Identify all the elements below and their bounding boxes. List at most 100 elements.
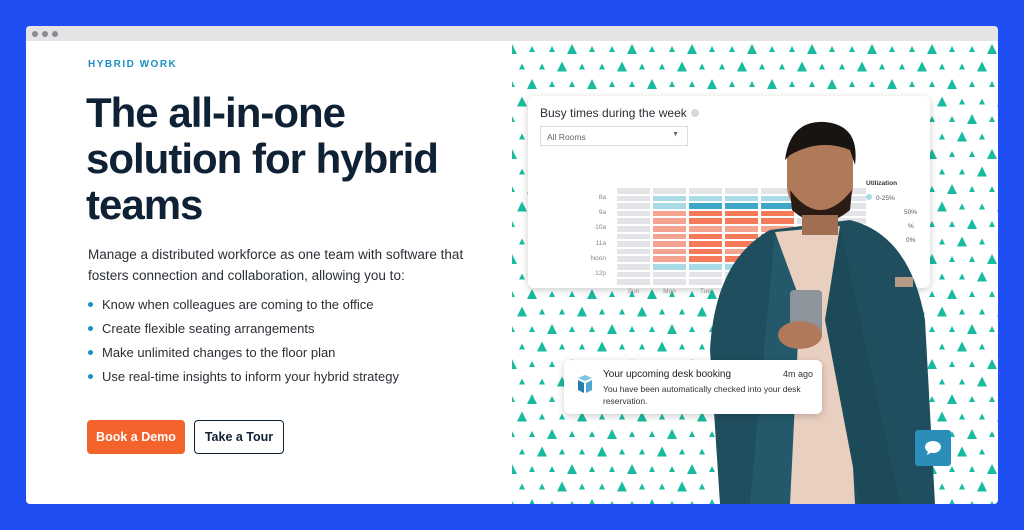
triangle-mark xyxy=(989,291,995,297)
triangle-mark xyxy=(979,133,985,140)
triangle-mark xyxy=(749,81,755,87)
triangle-mark xyxy=(939,63,945,70)
heatmap-cell xyxy=(653,203,686,209)
triangle-mark xyxy=(649,499,655,504)
chevron-down-icon: ▼ xyxy=(672,131,679,138)
triangle-mark xyxy=(512,186,515,192)
heatmap-cell xyxy=(617,226,650,232)
row-label: 12p xyxy=(595,270,606,277)
triangle-mark xyxy=(779,63,785,70)
triangle-mark xyxy=(967,219,977,229)
triangle-mark xyxy=(527,289,537,299)
take-tour-button[interactable]: Take a Tour xyxy=(194,420,284,454)
triangle-mark xyxy=(759,63,765,70)
triangle-mark xyxy=(670,501,674,504)
triangle-mark xyxy=(649,431,655,437)
triangle-mark xyxy=(517,411,527,422)
list-item: Know when colleagues are coming to the o… xyxy=(88,292,399,316)
triangle-mark xyxy=(969,291,975,297)
desk-booking-notification[interactable]: Your upcoming desk booking 4m ago You ha… xyxy=(564,360,822,414)
triangle-mark xyxy=(979,343,985,350)
triangle-mark xyxy=(969,466,975,472)
triangle-mark xyxy=(649,46,655,52)
bullet-icon xyxy=(88,325,93,331)
heatmap-cell xyxy=(617,241,650,247)
triangle-mark xyxy=(927,44,937,54)
triangle-mark xyxy=(659,413,665,420)
chat-bubble-icon xyxy=(925,441,941,455)
triangle-mark xyxy=(819,63,825,70)
triangle-mark xyxy=(639,483,645,490)
room-select-value: All Rooms xyxy=(547,132,586,142)
triangle-mark xyxy=(519,448,525,455)
triangle-mark xyxy=(979,203,985,210)
info-icon[interactable] xyxy=(690,109,699,117)
triangle-mark xyxy=(987,464,997,474)
triangle-mark xyxy=(517,306,527,317)
triangle-mark xyxy=(957,446,967,457)
list-item: Use real-time insights to inform your hy… xyxy=(88,364,399,388)
triangle-mark xyxy=(959,483,965,490)
triangle-mark xyxy=(987,359,997,369)
row-label: 11a xyxy=(595,239,606,247)
triangle-mark xyxy=(529,499,535,504)
window-dot xyxy=(32,30,38,37)
heatmap-cell xyxy=(653,248,686,255)
triangle-mark xyxy=(639,448,645,455)
triangle-mark xyxy=(512,396,515,402)
triangle-mark xyxy=(839,63,845,70)
triangle-mark xyxy=(639,63,645,70)
triangle-mark xyxy=(549,81,555,87)
triangle-mark xyxy=(679,413,685,420)
heatmap-cell xyxy=(617,195,650,202)
triangle-mark xyxy=(569,431,575,437)
browser-bar xyxy=(26,26,998,41)
triangle-mark xyxy=(587,79,597,89)
triangle-mark xyxy=(559,343,565,350)
triangle-mark xyxy=(699,63,705,70)
heatmap-cell xyxy=(653,264,686,270)
triangle-mark xyxy=(617,61,627,72)
triangle-mark xyxy=(579,483,585,490)
triangle-mark xyxy=(547,324,557,334)
triangle-mark xyxy=(679,308,685,315)
room-select[interactable]: All Rooms ▼ xyxy=(540,126,688,146)
triangle-mark xyxy=(569,291,575,297)
triangle-mark xyxy=(519,343,525,350)
triangle-mark xyxy=(529,466,535,472)
triangle-mark xyxy=(550,501,554,504)
triangle-mark xyxy=(569,81,575,87)
triangle-mark xyxy=(967,324,977,334)
book-demo-button[interactable]: Book a Demo xyxy=(87,420,185,454)
heatmap-cell xyxy=(617,279,650,285)
triangle-mark xyxy=(519,378,525,385)
triangle-mark xyxy=(909,81,915,87)
triangle-mark xyxy=(959,63,965,70)
notification-title: Your upcoming desk booking xyxy=(603,369,732,380)
widget-title-text: Busy times during the week xyxy=(540,106,687,120)
triangle-mark xyxy=(617,481,627,492)
triangle-mark xyxy=(557,481,567,492)
triangle-mark xyxy=(527,79,537,89)
triangle-mark xyxy=(527,394,537,404)
bullet-icon xyxy=(88,349,93,355)
triangle-mark xyxy=(849,46,855,52)
notification-time: 4m ago xyxy=(782,369,813,379)
heatmap-cell xyxy=(617,203,650,209)
triangle-mark xyxy=(512,359,517,369)
heatmap-cell xyxy=(653,218,686,224)
triangle-mark xyxy=(887,79,897,89)
triangle-mark xyxy=(637,306,647,317)
triangle-mark xyxy=(549,291,555,297)
triangle-mark xyxy=(969,361,975,367)
triangle-mark xyxy=(619,308,625,315)
triangle-mark xyxy=(619,343,625,350)
row-label: 9a xyxy=(598,209,606,217)
person-photo xyxy=(710,121,935,504)
triangle-mark xyxy=(529,46,535,52)
chat-button[interactable] xyxy=(915,430,951,466)
triangle-mark xyxy=(549,396,555,402)
triangle-mark xyxy=(589,499,595,504)
window-dot xyxy=(52,30,58,37)
triangle-mark xyxy=(589,466,595,472)
